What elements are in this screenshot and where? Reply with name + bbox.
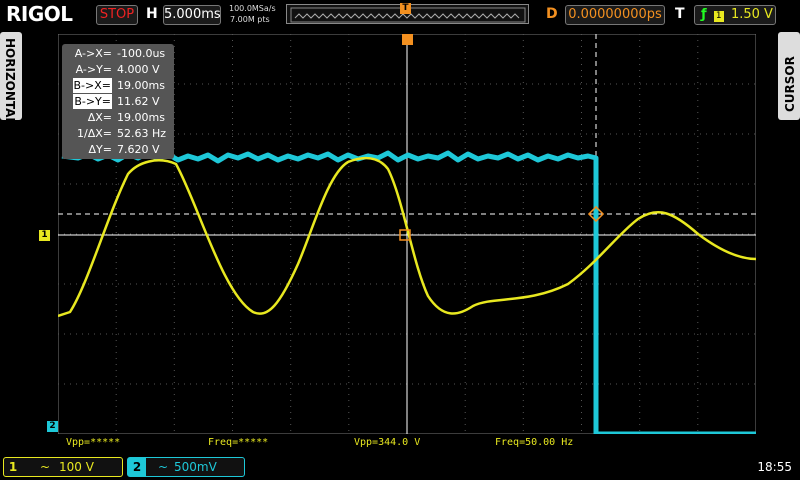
cursor-row-dx: ΔX= 19.00ms: [87, 111, 165, 124]
memory-depth: 7.00M pts: [230, 15, 270, 24]
delay-value[interactable]: 0.00000000ps: [565, 5, 665, 25]
ch2-number: 2: [128, 458, 146, 476]
cursor-row-by: B->Y= 11.62 V: [73, 94, 160, 109]
cursor-row-invdx: 1/ΔX= 52.63 Hz: [77, 127, 167, 140]
ch1-freq-measurement: Freq=50.00 Hz: [495, 437, 574, 448]
ch1-vpp-measurement: Vpp=344.0 V: [354, 437, 421, 448]
trigger-setting[interactable]: ƒ 1 1.50 V: [694, 5, 776, 25]
ch2-scale: 500mV: [174, 460, 217, 474]
trigger-source-badge: 1: [713, 11, 724, 22]
ch1-number: 1: [8, 460, 18, 474]
trigger-label: T: [675, 6, 685, 22]
ch2-freq-measurement: Freq=*****: [208, 437, 269, 448]
ch1-settings[interactable]: 1 ~ 100 V: [3, 457, 123, 477]
ch2-offset-marker[interactable]: 2: [47, 421, 58, 432]
ch2-vpp-measurement: Vpp=*****: [66, 437, 121, 448]
timebase-value[interactable]: 5.000ms: [163, 5, 221, 25]
horizontal-tab[interactable]: HORIZONTAL: [0, 32, 22, 125]
ch2-settings[interactable]: 2 ~ 500mV: [127, 457, 245, 477]
cursor-readout-panel: A->X= -100.0us A->Y= 4.000 V B->X= 19.00ms …: [62, 44, 174, 159]
horizontal-label: H: [146, 6, 158, 22]
trigger-level: 1.50 V: [730, 7, 773, 22]
top-bar: RIGOL STOP H 5.000ms 100.0MSa/s 7.00M pt…: [0, 0, 800, 30]
clock: 18:55: [757, 460, 792, 474]
cursor-row-ay: A->Y= 4.000 V: [75, 63, 160, 76]
cursor-row-ax: A->X= -100.0us: [74, 47, 166, 60]
cursor-tab[interactable]: CURSOR: [778, 32, 800, 120]
ch1-coupling-icon: ~: [40, 460, 51, 474]
bottom-bar: 1 ~ 100 V 2 ~ 500mV 18:55: [0, 455, 800, 480]
ch1-offset-marker[interactable]: 1: [39, 230, 50, 241]
trigger-marker-top[interactable]: [402, 34, 413, 45]
memory-position-bar: T: [286, 3, 529, 24]
ch2-coupling-icon: ~: [158, 460, 169, 474]
delay-label: D: [546, 6, 558, 22]
cursor-row-dy: ΔY= 7.620 V: [88, 143, 160, 156]
cursor-row-bx: B->X= 19.00ms: [72, 78, 165, 93]
ch1-scale: 100 V: [59, 460, 94, 474]
rising-edge-icon: ƒ: [701, 7, 707, 22]
run-stop-status[interactable]: STOP: [96, 5, 138, 25]
sample-rate: 100.0MSa/s: [229, 4, 276, 13]
rigol-logo: RIGOL: [6, 2, 73, 26]
trigger-position-marker: T: [400, 3, 411, 14]
